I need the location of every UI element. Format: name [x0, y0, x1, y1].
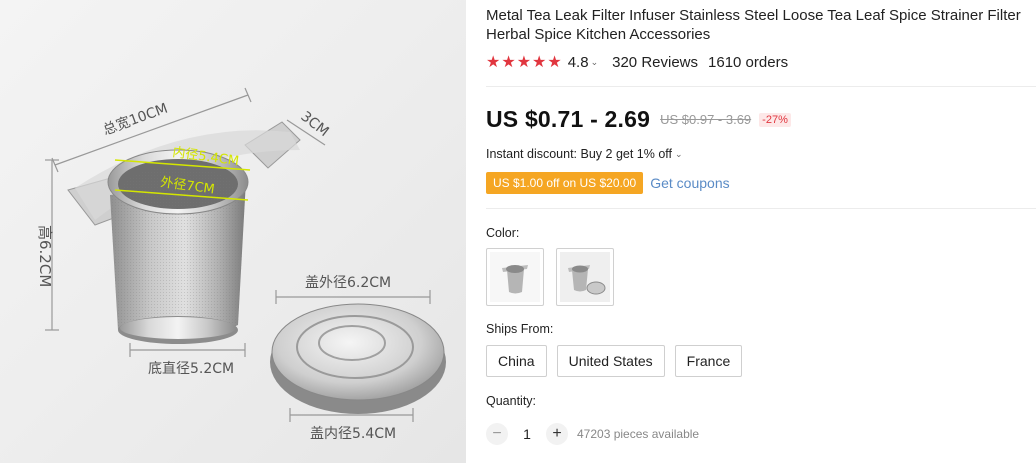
quantity-stepper: − 1 + 47203 pieces available [486, 423, 699, 445]
chevron-down-icon[interactable]: ⌄ [675, 149, 683, 160]
get-coupons-link[interactable]: Get coupons [650, 175, 729, 191]
rating-stars: ★ ★ ★ ★ ★ [486, 53, 562, 71]
star-icon: ★ [547, 53, 562, 71]
dim-total-width: 总宽10CM [101, 100, 170, 139]
infuser-illustration: 总宽10CM 3CM 高6.2CM 盖外径6.2CM 底直径5.2CM 盖内径5… [36, 87, 446, 442]
discount-badge: -27% [759, 112, 791, 127]
reviews-link[interactable]: 320 Reviews [612, 54, 698, 71]
dim-height: 高6.2CM [36, 225, 54, 287]
current-price: US $0.71 - 2.69 [486, 106, 651, 132]
quantity-minus-button[interactable]: − [486, 423, 508, 445]
product-image: 总宽10CM 3CM 高6.2CM 盖外径6.2CM 底直径5.2CM 盖内径5… [0, 0, 466, 463]
available-count: 47203 pieces available [577, 427, 700, 441]
divider [486, 86, 1036, 87]
ship-option-china[interactable]: China [486, 345, 547, 377]
star-icon: ★ [532, 53, 547, 71]
color-option-infuser[interactable] [486, 248, 544, 306]
ship-option-united-states[interactable]: United States [556, 345, 665, 377]
dim-base-dia: 底直径5.2CM [148, 360, 234, 377]
dim-handle: 3CM [298, 109, 332, 141]
price-row: US $0.71 - 2.69 US $0.97 - 3.69 -27% [486, 106, 791, 133]
infuser-with-lid-thumbnail [560, 252, 610, 302]
ships-from-options: China United States France [486, 345, 743, 377]
quantity-label: Quantity: [486, 394, 537, 408]
color-option-infuser-with-lid[interactable] [556, 248, 614, 306]
orders-count: 1610 orders [708, 54, 789, 71]
color-label: Color: [486, 226, 520, 240]
star-icon: ★ [501, 53, 516, 71]
instant-discount[interactable]: Instant discount: Buy 2 get 1% off ⌄ [486, 147, 697, 161]
instant-discount-text: Instant discount: Buy 2 get 1% off [486, 147, 672, 161]
star-icon: ★ [486, 53, 501, 71]
coupon-row: US $1.00 off on US $20.00 Get coupons [486, 172, 730, 194]
rating-value[interactable]: 4.8 [568, 54, 589, 71]
divider [486, 208, 1036, 209]
color-options [486, 248, 614, 306]
ship-option-france[interactable]: France [674, 345, 743, 377]
coupon-badge: US $1.00 off on US $20.00 [486, 172, 644, 194]
ships-from-label: Ships From: [486, 322, 554, 336]
star-icon: ★ [516, 53, 532, 71]
infuser-thumbnail [490, 252, 540, 302]
rating-row: ★ ★ ★ ★ ★ 4.8 ⌄ 320 Reviews 1610 orders [486, 54, 788, 71]
chevron-down-icon[interactable]: ⌄ [591, 57, 599, 68]
original-price: US $0.97 - 3.69 [660, 112, 752, 127]
dim-lid-inner: 盖内径5.4CM [310, 426, 396, 442]
quantity-value[interactable]: 1 [508, 426, 546, 442]
dim-lid-outer: 盖外径6.2CM [305, 275, 391, 291]
product-title: Metal Tea Leak Filter Infuser Stainless … [486, 7, 1021, 43]
quantity-plus-button[interactable]: + [546, 423, 568, 445]
